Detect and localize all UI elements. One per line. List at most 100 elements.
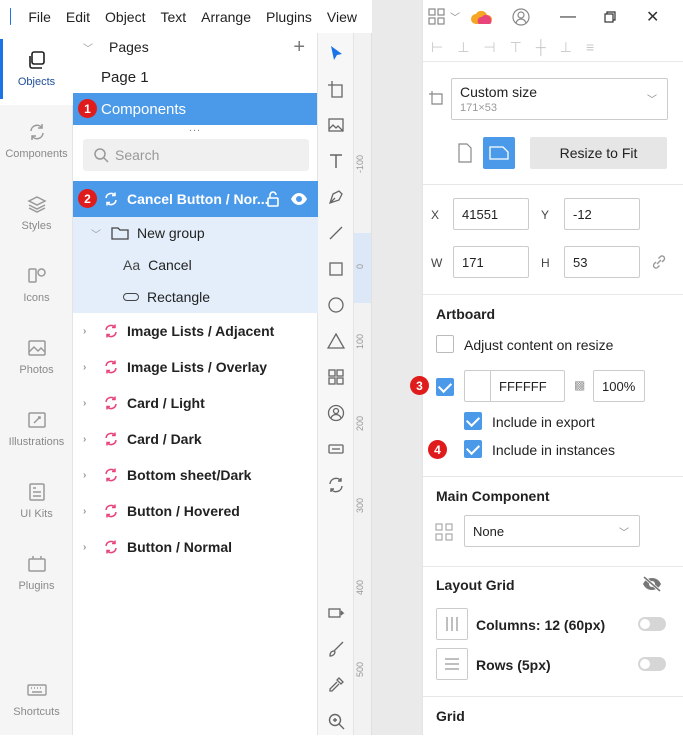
minimize-icon[interactable]: — — [560, 8, 576, 26]
app-logo-icon[interactable] — [10, 8, 28, 25]
menu-object[interactable]: Object — [105, 9, 145, 25]
align-middle-icon[interactable]: ┼ — [536, 39, 546, 55]
menu-file[interactable]: File — [28, 9, 51, 25]
pages-header[interactable]: ﹀ Pages + — [73, 33, 317, 61]
add-page-icon[interactable]: + — [293, 36, 305, 59]
triangle-tool[interactable] — [318, 323, 354, 359]
layer-text[interactable]: Aa Cancel — [73, 249, 318, 281]
layer-component[interactable]: › Button / Normal — [73, 529, 318, 565]
rows-toggle[interactable] — [638, 657, 666, 671]
rows-grid-button[interactable] — [436, 648, 468, 680]
layer-rectangle[interactable]: Rectangle — [73, 281, 318, 313]
align-left-icon[interactable]: ⊢ — [431, 39, 443, 56]
fill-hex-input[interactable]: FFFFFF — [464, 370, 565, 402]
align-right-icon[interactable]: ⊣ — [483, 39, 495, 56]
rail-ui-kits[interactable]: UI Kits — [0, 465, 73, 537]
distribute-icon[interactable]: ≡ — [586, 39, 594, 55]
menu-arrange[interactable]: Arrange — [201, 9, 251, 25]
layer-component[interactable]: › Card / Dark — [73, 421, 318, 457]
y-input[interactable]: -12 — [564, 198, 640, 230]
unlock-icon[interactable] — [266, 191, 280, 207]
menu-view[interactable]: View — [327, 9, 357, 25]
button-tool[interactable] — [318, 431, 354, 467]
chevron-down-icon[interactable]: ﹀ — [83, 40, 95, 55]
select-tool[interactable] — [318, 35, 354, 71]
rail-objects[interactable]: Objects — [0, 33, 73, 105]
component-icon — [105, 540, 117, 554]
restore-icon[interactable] — [604, 10, 616, 23]
grid-tool[interactable] — [318, 359, 354, 395]
fill-checkbox[interactable] — [436, 378, 454, 396]
line-tool[interactable] — [318, 215, 354, 251]
apps-grid-icon[interactable] — [428, 7, 446, 26]
align-center-icon[interactable]: ⊥ — [457, 39, 469, 56]
page-item-components[interactable]: Components — [73, 93, 317, 125]
columns-toggle[interactable] — [638, 617, 666, 631]
canvas-area[interactable] — [372, 0, 422, 735]
prototype-tool[interactable] — [318, 595, 354, 631]
ellipse-tool[interactable] — [318, 287, 354, 323]
layer-group[interactable]: ﹀ New group — [73, 217, 318, 249]
avatar-tool[interactable] — [318, 395, 354, 431]
rail-photos[interactable]: Photos — [0, 321, 73, 393]
rail-plugins[interactable]: Plugins — [0, 537, 73, 609]
chevron-right-icon[interactable]: › — [83, 506, 95, 517]
rail-styles[interactable]: Styles — [0, 177, 73, 249]
pen-tool[interactable] — [318, 179, 354, 215]
include-export-checkbox[interactable] — [464, 412, 482, 430]
menu-text[interactable]: Text — [160, 9, 186, 25]
size-preset-select[interactable]: Custom size 171×53 ﹀ — [451, 78, 668, 120]
eye-off-icon[interactable] — [641, 575, 663, 593]
layer-component[interactable]: › Button / Hovered — [73, 493, 318, 529]
rectangle-tool[interactable] — [318, 251, 354, 287]
adjust-content-checkbox[interactable] — [436, 335, 454, 353]
include-instances-checkbox[interactable] — [464, 440, 482, 458]
align-top-icon[interactable]: ⊤ — [510, 39, 522, 56]
image-tool[interactable] — [318, 107, 354, 143]
link-icon[interactable] — [650, 253, 668, 271]
align-bottom-icon[interactable]: ⊥ — [560, 39, 572, 56]
rail-shortcuts[interactable]: Shortcuts — [0, 663, 73, 735]
chevron-down-icon[interactable]: ﹀ — [91, 226, 103, 241]
portrait-icon[interactable] — [457, 143, 473, 163]
text-tool[interactable] — [318, 143, 354, 179]
menu-edit[interactable]: Edit — [66, 9, 90, 25]
close-icon[interactable]: ✕ — [646, 7, 659, 27]
chevron-right-icon[interactable]: › — [83, 542, 95, 553]
eye-icon[interactable] — [290, 191, 308, 207]
brush-tool[interactable] — [318, 631, 354, 667]
chevron-right-icon[interactable]: › — [83, 434, 95, 445]
rail-icons[interactable]: Icons — [0, 249, 73, 321]
fill-opacity-input[interactable]: 100% — [593, 370, 645, 402]
rail-components[interactable]: Components — [0, 105, 73, 177]
artboard-tool[interactable] — [318, 71, 354, 107]
resize-handle[interactable]: ... — [73, 123, 317, 139]
search-input[interactable]: Search — [83, 139, 309, 171]
layer-component[interactable]: › Card / Light — [73, 385, 318, 421]
chevron-right-icon[interactable]: › — [83, 326, 95, 337]
account-icon[interactable] — [512, 7, 530, 26]
chevron-right-icon[interactable]: › — [83, 470, 95, 481]
landscape-button[interactable] — [483, 137, 515, 169]
rail-illustrations[interactable]: Illustrations — [0, 393, 73, 465]
chevron-down-icon[interactable]: ﹀ — [450, 9, 460, 24]
layer-selected-component[interactable]: Cancel Button / Nor... — [73, 181, 318, 217]
page-item-page-1[interactable]: Page 1 — [73, 61, 317, 93]
component-tool[interactable] — [318, 467, 354, 503]
cloud-icon[interactable] — [470, 9, 494, 25]
zoom-tool[interactable] — [318, 703, 354, 739]
x-input[interactable]: 41551 — [453, 198, 529, 230]
eyedropper-tool[interactable] — [318, 667, 354, 703]
fill-swatch[interactable] — [465, 371, 491, 401]
menu-plugins[interactable]: Plugins — [266, 9, 312, 25]
chevron-right-icon[interactable]: › — [83, 362, 95, 373]
layer-component[interactable]: › Image Lists / Overlay — [73, 349, 318, 385]
layer-component[interactable]: › Image Lists / Adjacent — [73, 313, 318, 349]
main-component-select[interactable]: None ﹀ — [464, 515, 640, 547]
width-input[interactable]: 171 — [453, 246, 529, 278]
height-input[interactable]: 53 — [564, 246, 640, 278]
layer-component[interactable]: › Bottom sheet/Dark — [73, 457, 318, 493]
chevron-right-icon[interactable]: › — [83, 398, 95, 409]
columns-grid-button[interactable] — [436, 608, 468, 640]
resize-to-fit-button[interactable]: Resize to Fit — [530, 137, 667, 169]
